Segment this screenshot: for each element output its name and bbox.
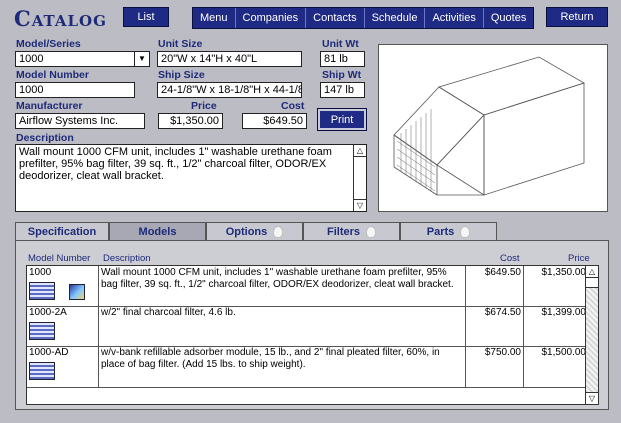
tab-options[interactable]: Options xyxy=(206,222,303,240)
tab-filters[interactable]: Filters xyxy=(303,222,400,240)
model-thumbnail-icon[interactable] xyxy=(29,322,55,340)
model-cell: 1000 xyxy=(27,266,99,306)
cost-field[interactable]: $649.50 xyxy=(242,113,307,129)
list-button[interactable]: List xyxy=(123,7,169,27)
model-number: 1000-2A xyxy=(29,307,67,318)
scroll-down-icon[interactable]: ▽ xyxy=(354,199,366,211)
scroll-thumb[interactable] xyxy=(586,278,598,288)
tab-models[interactable]: Models xyxy=(109,222,206,240)
cost-label: Cost xyxy=(281,100,305,112)
nav-activities-button[interactable]: Activities xyxy=(425,8,484,28)
model-thumbnail-icon[interactable] xyxy=(29,362,55,380)
unit-size-label: Unit Size xyxy=(158,38,203,50)
description-cell: w/2" final charcoal filter, 4.6 lb. xyxy=(99,306,466,346)
model-series-select[interactable]: 1000 ▼ xyxy=(15,51,150,67)
tab-label: Options xyxy=(225,225,268,238)
ship-size-field[interactable]: 24-1/8"W x 18-1/8"H x 44-1/8 xyxy=(157,82,302,98)
models-panel: Model Number Description Cost Price 1000… xyxy=(15,240,609,410)
price-label: Price xyxy=(191,100,217,112)
description-text: Wall mount 1000 CFM unit, includes 1" wa… xyxy=(19,146,332,182)
manufacturer-label: Manufacturer xyxy=(16,100,83,112)
scroll-up-icon[interactable]: △ xyxy=(354,145,366,157)
tab-label: Models xyxy=(138,225,177,238)
model-cell: 1000-2A xyxy=(27,306,99,346)
column-header-price: Price xyxy=(568,253,590,264)
return-button[interactable]: Return xyxy=(546,7,608,27)
nav-schedule-button[interactable]: Schedule xyxy=(364,8,426,28)
nav-quotes-button[interactable]: Quotes xyxy=(483,8,534,28)
product-preview-image xyxy=(378,44,608,212)
lightbulb-icon xyxy=(366,225,376,238)
lightbulb-icon xyxy=(273,225,284,238)
app-title: Catalog xyxy=(14,6,107,31)
scroll-down-icon[interactable]: ▽ xyxy=(586,392,598,404)
model-number-field[interactable]: 1000 xyxy=(15,82,135,98)
description-cell: Wall mount 1000 CFM unit, includes 1" wa… xyxy=(99,266,466,306)
unit-wt-label: Unit Wt xyxy=(322,38,359,50)
model-cell: 1000-AD xyxy=(27,346,99,387)
model-number-label: Model Number xyxy=(16,69,89,81)
tab-specification[interactable]: Specification xyxy=(15,222,109,240)
tab-label: Filters xyxy=(326,225,360,238)
description-scrollbar[interactable]: △ ▽ xyxy=(353,145,366,211)
cost-cell: $750.00 xyxy=(466,346,524,387)
chevron-down-icon[interactable]: ▼ xyxy=(134,52,149,66)
column-header-model: Model Number xyxy=(28,253,91,264)
price-cell: $1,500.00 xyxy=(541,347,587,358)
tab-parts[interactable]: Parts xyxy=(400,222,497,240)
filter-unit-drawing xyxy=(393,56,585,196)
description-textarea[interactable]: Wall mount 1000 CFM unit, includes 1" wa… xyxy=(15,144,367,212)
model-series-label: Model/Series xyxy=(16,38,81,50)
cost-cell: $674.50 xyxy=(466,306,524,346)
ship-size-label: Ship Size xyxy=(158,69,205,81)
tab-label: Parts xyxy=(426,225,455,238)
manufacturer-field[interactable]: Airflow Systems Inc. xyxy=(15,113,145,129)
tab-bar: Specification Models Options Filters Par… xyxy=(15,222,609,240)
column-header-description: Description xyxy=(103,253,151,264)
table-row[interactable]: 1000 Wall mount 1000 CFM unit, includes … xyxy=(27,266,586,307)
ship-wt-label: Ship Wt xyxy=(322,69,362,81)
table-row[interactable]: 1000-2A w/2" final charcoal filter, 4.6 … xyxy=(27,306,586,347)
unit-wt-field[interactable]: 81 lb xyxy=(320,51,365,67)
column-header-cost: Cost xyxy=(500,253,520,264)
price-cell: $1,399.00 xyxy=(541,307,587,318)
unit-size-field[interactable]: 20"W x 14"H x 40"L xyxy=(157,51,302,67)
nav-menu-button[interactable]: Menu xyxy=(193,8,236,28)
table-scrollbar[interactable]: △ ▽ xyxy=(585,266,598,404)
model-number: 1000-AD xyxy=(29,347,69,358)
ship-wt-field[interactable]: 147 lb xyxy=(320,82,365,98)
model-series-value: 1000 xyxy=(19,53,44,65)
nav-contacts-button[interactable]: Contacts xyxy=(306,8,365,28)
lightbulb-icon xyxy=(460,225,471,238)
price-field[interactable]: $1,350.00 xyxy=(158,113,223,129)
main-nav: Menu Companies Contacts Schedule Activit… xyxy=(192,7,535,29)
color-picture-icon[interactable] xyxy=(69,284,85,300)
description-cell: w/v-bank refillable adsorber module, 15 … xyxy=(99,346,466,387)
nav-companies-button[interactable]: Companies xyxy=(235,8,307,28)
model-number: 1000 xyxy=(29,267,52,278)
models-table: 1000 Wall mount 1000 CFM unit, includes … xyxy=(26,265,599,405)
tab-label: Specification xyxy=(27,225,97,238)
price-cell: $1,350.00 xyxy=(541,267,587,278)
model-thumbnail-icon[interactable] xyxy=(29,282,55,300)
description-label: Description xyxy=(16,132,74,144)
table-row[interactable]: 1000-AD w/v-bank refillable adsorber mod… xyxy=(27,346,586,388)
cost-cell: $649.50 xyxy=(466,266,524,306)
scroll-up-icon[interactable]: △ xyxy=(586,266,598,278)
print-button[interactable]: Print xyxy=(317,108,367,131)
